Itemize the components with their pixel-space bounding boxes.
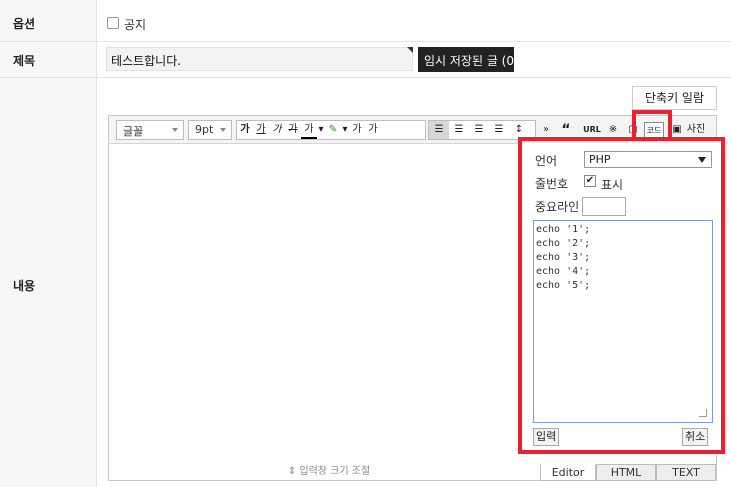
editor-resize-handle[interactable]: ⇕ 입력창 크기 조절 xyxy=(109,464,549,480)
notice-label: 공지 xyxy=(124,18,147,32)
code-insert-panel: 언어 PHP 줄번호 ✔ 표시 중요라인 echo '1'; echo '2';… xyxy=(518,137,725,454)
font-color-dropdown-icon[interactable]: ▾ xyxy=(317,121,325,139)
important-line-label: 중요라인 xyxy=(535,200,580,214)
line-number-label: 줄번호 xyxy=(535,177,569,191)
options-label: 옵션 xyxy=(13,17,36,31)
tab-editor[interactable]: Editor xyxy=(540,464,596,481)
dropdown-arrow-icon xyxy=(698,157,706,163)
textarea-resize-grip[interactable] xyxy=(699,409,707,417)
line-number-checkbox[interactable]: ✔ xyxy=(584,175,596,187)
strikethrough-button[interactable]: 가 xyxy=(285,121,301,139)
photo-button[interactable]: 사진 xyxy=(683,122,709,138)
tab-html[interactable]: HTML xyxy=(596,464,656,481)
photo-icon[interactable]: ▣ xyxy=(672,122,682,138)
row-divider xyxy=(0,77,731,78)
title-input[interactable]: 테스트합니다. xyxy=(106,47,413,71)
cancel-code-button[interactable]: 취소 xyxy=(682,428,709,446)
superscript-button[interactable]: 가 xyxy=(349,121,365,139)
url-button[interactable]: URL xyxy=(581,122,603,138)
align-right-icon[interactable]: ☰ xyxy=(469,121,489,139)
important-line-input[interactable] xyxy=(582,197,626,216)
code-textarea[interactable]: echo '1'; echo '2'; echo '3'; echo '4'; … xyxy=(533,220,713,423)
highlight-dropdown-icon[interactable]: ▾ xyxy=(341,121,349,139)
language-value: PHP xyxy=(589,153,611,166)
bold-button[interactable]: 가 xyxy=(237,121,253,139)
language-select[interactable]: PHP xyxy=(584,151,712,168)
symbol-button[interactable]: ※ xyxy=(605,122,621,138)
font-color-button[interactable]: 가 xyxy=(301,121,317,139)
subscript-button[interactable]: 가 xyxy=(365,121,381,139)
quote-icon[interactable]: “ xyxy=(557,122,575,138)
row-divider xyxy=(0,41,731,42)
highlight-color-icon[interactable]: ✎ xyxy=(325,121,341,139)
text-format-group: 가 가 가 가 가 ▾ ✎ ▾ 가 가 xyxy=(236,120,426,140)
font-size-select[interactable]: 9pt xyxy=(188,120,232,140)
content-label: 내용 xyxy=(13,279,36,293)
line-number-show-label: 표시 xyxy=(601,178,624,192)
align-center-icon[interactable]: ☰ xyxy=(449,121,469,139)
tab-text[interactable]: TEXT xyxy=(656,464,716,481)
insert-code-button[interactable]: 입력 xyxy=(533,428,560,446)
font-family-select[interactable]: 글꼴 xyxy=(116,120,184,140)
shortcut-list-button[interactable]: 단축키 일람 xyxy=(632,86,717,110)
align-left-icon[interactable]: ☰ xyxy=(429,121,449,139)
temp-saved-posts-button[interactable]: 임시 저장된 글 (0) xyxy=(418,47,514,72)
underline-button[interactable]: 가 xyxy=(253,121,269,139)
more-tools-icon[interactable]: » xyxy=(539,122,553,138)
language-label: 언어 xyxy=(535,154,558,168)
title-corner-marker xyxy=(407,47,413,53)
italic-button[interactable]: 가 xyxy=(269,121,285,139)
notice-checkbox[interactable] xyxy=(107,17,119,29)
title-label: 제목 xyxy=(13,54,36,68)
label-column xyxy=(0,0,97,487)
align-justify-icon[interactable]: ☰ xyxy=(489,121,509,139)
